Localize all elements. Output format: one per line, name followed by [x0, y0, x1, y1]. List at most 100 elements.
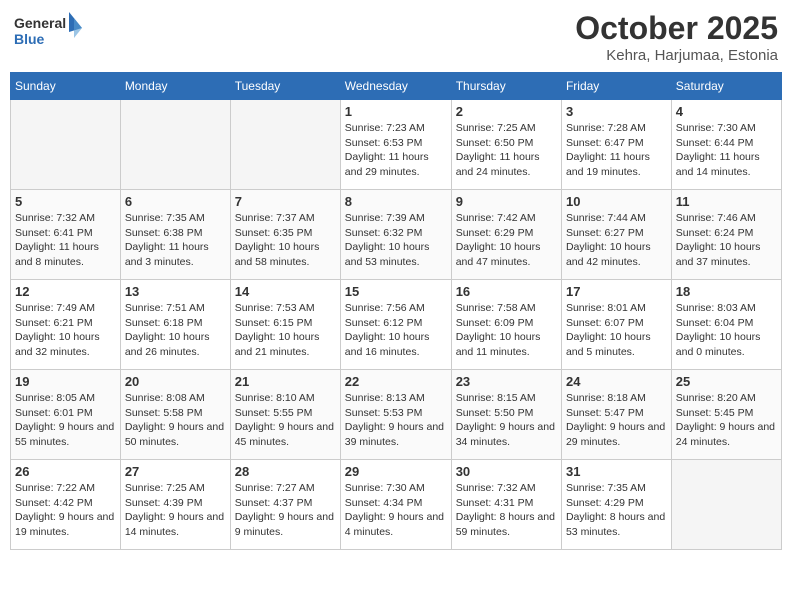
day-info: Sunrise: 7:35 AM Sunset: 6:38 PM Dayligh… — [125, 211, 226, 270]
day-info: Sunrise: 7:49 AM Sunset: 6:21 PM Dayligh… — [15, 301, 116, 360]
day-info: Sunrise: 7:56 AM Sunset: 6:12 PM Dayligh… — [345, 301, 447, 360]
day-cell: 17 Sunrise: 8:01 AM Sunset: 6:07 PM Dayli… — [561, 280, 671, 370]
day-cell: 3 Sunrise: 7:28 AM Sunset: 6:47 PM Daylig… — [561, 100, 671, 190]
day-number: 24 — [566, 374, 667, 389]
col-header-saturday: Saturday — [671, 73, 781, 100]
day-info: Sunrise: 7:39 AM Sunset: 6:32 PM Dayligh… — [345, 211, 447, 270]
day-cell: 24Sunrise: 8:18 AM Sunset: 5:47 PM Dayli… — [561, 370, 671, 460]
day-info: Sunrise: 7:27 AM Sunset: 4:37 PM Dayligh… — [235, 481, 336, 540]
day-cell: 19 Sunrise: 8:05 AM Sunset: 6:01 PM Dayli… — [11, 370, 121, 460]
day-info: Sunrise: 7:28 AM Sunset: 6:47 PM Dayligh… — [566, 121, 667, 180]
day-cell: 14 Sunrise: 7:53 AM Sunset: 6:15 PM Dayli… — [230, 280, 340, 370]
week-row-2: 5Sunrise: 7:32 AM Sunset: 6:41 PM Daylig… — [11, 190, 782, 280]
day-number: 19 — [15, 374, 116, 389]
day-cell — [120, 100, 230, 190]
day-info: Sunrise: 7:30 AM Sunset: 6:44 PM Dayligh… — [676, 121, 777, 180]
day-number: 26 — [15, 464, 116, 479]
day-info: Sunrise: 8:10 AM Sunset: 5:55 PM Dayligh… — [235, 391, 336, 450]
day-number: 23 — [456, 374, 557, 389]
day-number: 25 — [676, 374, 777, 389]
day-info: Sunrise: 7:46 AM Sunset: 6:24 PM Dayligh… — [676, 211, 777, 270]
day-cell: 31 Sunrise: 7:35 AM Sunset: 4:29 PM Dayli… — [561, 460, 671, 550]
day-info: Sunrise: 7:35 AM Sunset: 4:29 PM Dayligh… — [566, 481, 667, 540]
day-number: 14 — [235, 284, 336, 299]
day-info: Sunrise: 7:37 AM Sunset: 6:35 PM Dayligh… — [235, 211, 336, 270]
day-number: 10 — [566, 194, 667, 209]
col-header-thursday: Thursday — [451, 73, 561, 100]
day-cell — [671, 460, 781, 550]
day-number: 5 — [15, 194, 116, 209]
day-cell: 20 Sunrise: 8:08 AM Sunset: 5:58 PM Dayli… — [120, 370, 230, 460]
week-row-5: 26 Sunrise: 7:22 AM Sunset: 4:42 PM Dayli… — [11, 460, 782, 550]
day-info: Sunrise: 7:23 AM Sunset: 6:53 PM Dayligh… — [345, 121, 447, 180]
day-number: 7 — [235, 194, 336, 209]
day-cell: 13 Sunrise: 7:51 AM Sunset: 6:18 PM Dayli… — [120, 280, 230, 370]
day-cell: 28 Sunrise: 7:27 AM Sunset: 4:37 PM Dayli… — [230, 460, 340, 550]
day-number: 11 — [676, 194, 777, 209]
day-info: Sunrise: 8:08 AM Sunset: 5:58 PM Dayligh… — [125, 391, 226, 450]
day-cell: 4 Sunrise: 7:30 AM Sunset: 6:44 PM Daylig… — [671, 100, 781, 190]
logo-svg: GeneralBlue — [14, 10, 84, 50]
day-info: Sunrise: 7:25 AM Sunset: 6:50 PM Dayligh… — [456, 121, 557, 180]
day-cell: 22Sunrise: 8:13 AM Sunset: 5:53 PM Dayli… — [340, 370, 451, 460]
col-header-friday: Friday — [561, 73, 671, 100]
day-number: 28 — [235, 464, 336, 479]
col-header-tuesday: Tuesday — [230, 73, 340, 100]
day-cell: 1Sunrise: 7:23 AM Sunset: 6:53 PM Daylig… — [340, 100, 451, 190]
calendar: SundayMondayTuesdayWednesdayThursdayFrid… — [10, 72, 782, 550]
day-number: 15 — [345, 284, 447, 299]
svg-text:Blue: Blue — [14, 31, 45, 47]
day-cell — [230, 100, 340, 190]
day-info: Sunrise: 7:22 AM Sunset: 4:42 PM Dayligh… — [15, 481, 116, 540]
day-cell: 8 Sunrise: 7:39 AM Sunset: 6:32 PM Daylig… — [340, 190, 451, 280]
day-info: Sunrise: 7:53 AM Sunset: 6:15 PM Dayligh… — [235, 301, 336, 360]
day-number: 27 — [125, 464, 226, 479]
day-number: 17 — [566, 284, 667, 299]
day-cell: 10 Sunrise: 7:44 AM Sunset: 6:27 PM Dayli… — [561, 190, 671, 280]
day-info: Sunrise: 8:03 AM Sunset: 6:04 PM Dayligh… — [676, 301, 777, 360]
day-cell: 23Sunrise: 8:15 AM Sunset: 5:50 PM Dayli… — [451, 370, 561, 460]
day-info: Sunrise: 7:51 AM Sunset: 6:18 PM Dayligh… — [125, 301, 226, 360]
week-row-1: 1Sunrise: 7:23 AM Sunset: 6:53 PM Daylig… — [11, 100, 782, 190]
day-number: 9 — [456, 194, 557, 209]
day-cell: 27 Sunrise: 7:25 AM Sunset: 4:39 PM Dayli… — [120, 460, 230, 550]
day-number: 30 — [456, 464, 557, 479]
location: Kehra, Harjumaa, Estonia — [575, 47, 778, 64]
page-header: GeneralBlue October 2025 Kehra, Harjumaa… — [10, 10, 782, 64]
day-info: Sunrise: 7:58 AM Sunset: 6:09 PM Dayligh… — [456, 301, 557, 360]
day-number: 2 — [456, 104, 557, 119]
day-info: Sunrise: 7:42 AM Sunset: 6:29 PM Dayligh… — [456, 211, 557, 270]
week-row-4: 19 Sunrise: 8:05 AM Sunset: 6:01 PM Dayli… — [11, 370, 782, 460]
day-cell: 6 Sunrise: 7:35 AM Sunset: 6:38 PM Daylig… — [120, 190, 230, 280]
day-cell: 5Sunrise: 7:32 AM Sunset: 6:41 PM Daylig… — [11, 190, 121, 280]
day-cell: 9 Sunrise: 7:42 AM Sunset: 6:29 PM Daylig… — [451, 190, 561, 280]
day-cell: 11 Sunrise: 7:46 AM Sunset: 6:24 PM Dayli… — [671, 190, 781, 280]
day-number: 3 — [566, 104, 667, 119]
col-header-monday: Monday — [120, 73, 230, 100]
day-cell: 2 Sunrise: 7:25 AM Sunset: 6:50 PM Daylig… — [451, 100, 561, 190]
day-info: Sunrise: 8:05 AM Sunset: 6:01 PM Dayligh… — [15, 391, 116, 450]
day-info: Sunrise: 8:01 AM Sunset: 6:07 PM Dayligh… — [566, 301, 667, 360]
day-number: 12 — [15, 284, 116, 299]
logo: GeneralBlue — [14, 10, 84, 50]
day-info: Sunrise: 8:20 AM Sunset: 5:45 PM Dayligh… — [676, 391, 777, 450]
day-cell: 16Sunrise: 7:58 AM Sunset: 6:09 PM Dayli… — [451, 280, 561, 370]
day-number: 20 — [125, 374, 226, 389]
month-title: October 2025 — [575, 10, 778, 47]
day-number: 13 — [125, 284, 226, 299]
day-info: Sunrise: 7:25 AM Sunset: 4:39 PM Dayligh… — [125, 481, 226, 540]
day-cell: 26 Sunrise: 7:22 AM Sunset: 4:42 PM Dayli… — [11, 460, 121, 550]
day-info: Sunrise: 7:44 AM Sunset: 6:27 PM Dayligh… — [566, 211, 667, 270]
day-cell: 18 Sunrise: 8:03 AM Sunset: 6:04 PM Dayli… — [671, 280, 781, 370]
day-number: 31 — [566, 464, 667, 479]
day-number: 4 — [676, 104, 777, 119]
day-cell: 15 Sunrise: 7:56 AM Sunset: 6:12 PM Dayli… — [340, 280, 451, 370]
day-number: 6 — [125, 194, 226, 209]
day-cell: 30Sunrise: 7:32 AM Sunset: 4:31 PM Dayli… — [451, 460, 561, 550]
day-info: Sunrise: 8:13 AM Sunset: 5:53 PM Dayligh… — [345, 391, 447, 450]
day-number: 18 — [676, 284, 777, 299]
day-cell: 7 Sunrise: 7:37 AM Sunset: 6:35 PM Daylig… — [230, 190, 340, 280]
day-number: 8 — [345, 194, 447, 209]
title-block: October 2025 Kehra, Harjumaa, Estonia — [575, 10, 778, 64]
col-header-sunday: Sunday — [11, 73, 121, 100]
